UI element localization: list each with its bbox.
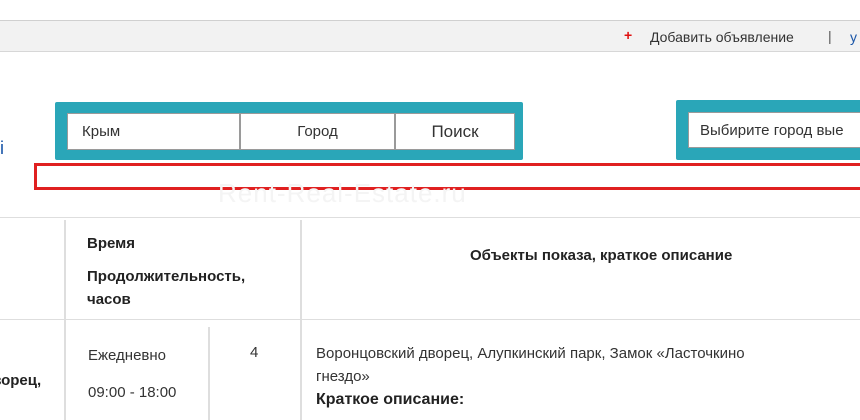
tour-duration: 4 <box>250 344 259 361</box>
column-header-objects: Объекты показа, краткое описание <box>470 247 733 264</box>
table-top-border <box>0 217 860 218</box>
search-button[interactable]: Поиск <box>395 113 515 150</box>
short-description-colon: : <box>458 391 465 408</box>
column-divider <box>208 327 210 420</box>
region-select[interactable]: Крым <box>67 113 240 150</box>
separator: | <box>828 28 832 44</box>
short-description-label: Краткое описание: <box>316 389 464 411</box>
city-field[interactable]: Город <box>240 113 395 150</box>
top-navigation-bar: + Добавить объявление | у <box>0 20 860 52</box>
short-description-text: Краткое описание <box>316 391 459 408</box>
add-listing-link[interactable]: Добавить объявление <box>650 29 794 45</box>
city-chooser: Выбирите город вые <box>676 100 860 160</box>
choose-city-select[interactable]: Выбирите город вые <box>688 112 860 148</box>
column-header-time: Время <box>87 235 135 252</box>
table-header-border <box>0 319 860 320</box>
user-link[interactable]: у <box>850 29 857 45</box>
column-divider <box>64 220 66 420</box>
tour-schedule: Ежедневно <box>88 347 167 364</box>
tour-objects-line: Воронцовский дворец, Алупкинский парк, З… <box>316 345 745 362</box>
search-form: Крым Город Поиск <box>55 102 523 160</box>
logo-fragment: i <box>0 138 4 158</box>
tour-hours: 09:00 - 18:00 <box>88 384 177 401</box>
top-spacer <box>0 0 860 20</box>
tour-objects-line: гнездо» <box>316 368 370 385</box>
column-header-duration-unit: часов <box>87 291 131 308</box>
plus-icon: + <box>624 27 633 43</box>
column-divider <box>300 220 302 420</box>
site-watermark: Rent-Real-Estate.ru <box>218 178 467 208</box>
tour-name-fragment: зорец, <box>0 372 42 389</box>
